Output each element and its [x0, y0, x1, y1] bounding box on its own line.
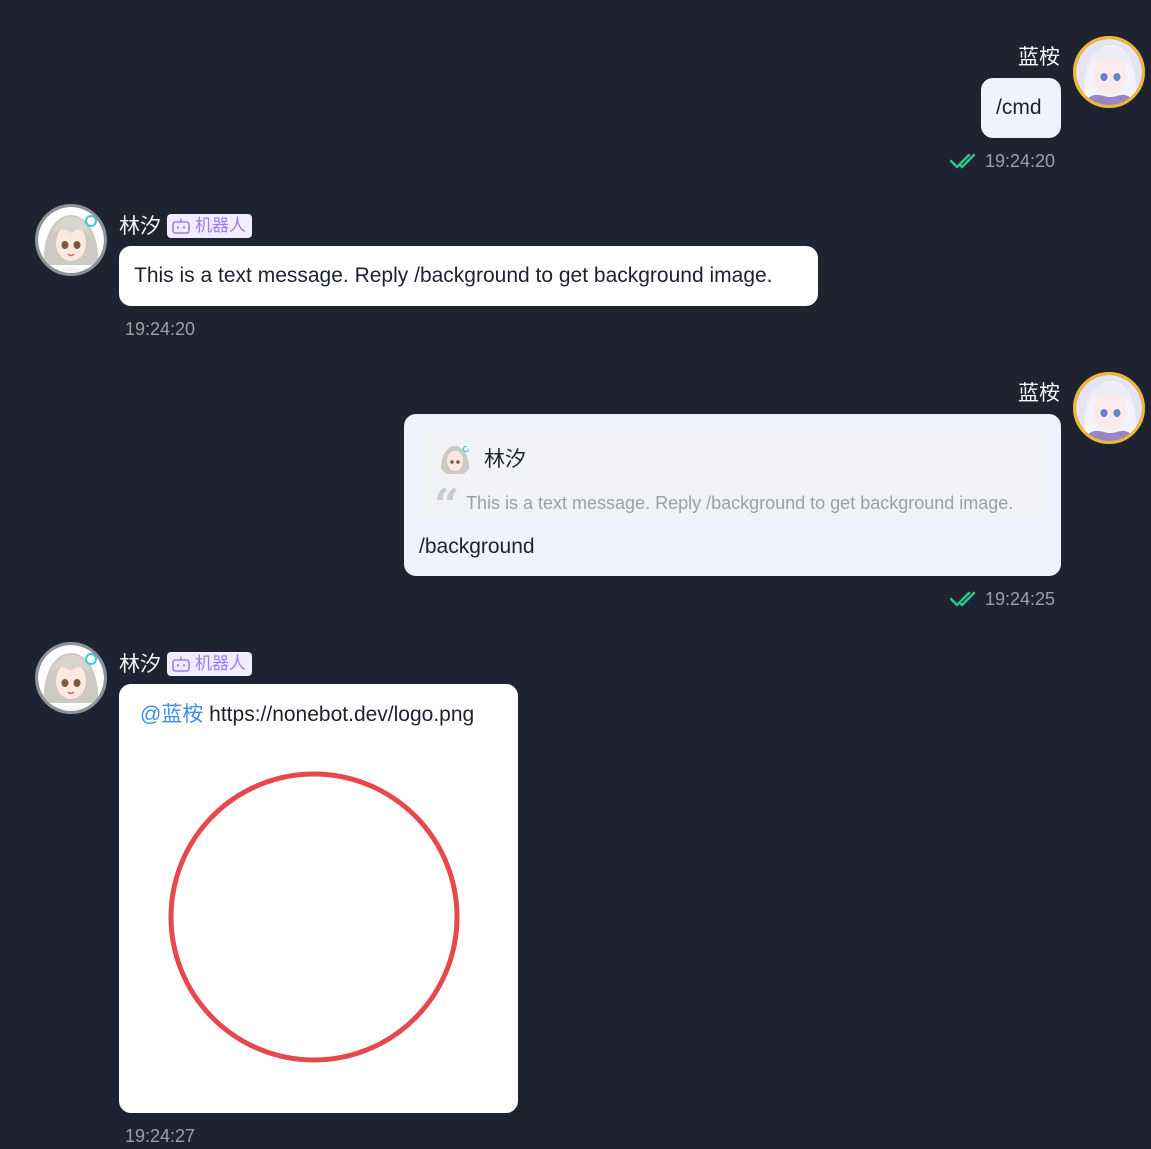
- mention-link[interactable]: @蓝桉: [140, 703, 203, 726]
- chat-window: 蓝桉 /cmd 19:24:20 林汐 机器人 This is a text m…: [0, 0, 1151, 1149]
- message-image[interactable]: [164, 767, 464, 1067]
- user-avatar[interactable]: [1073, 372, 1145, 444]
- robot-icon: [172, 656, 190, 672]
- user-avatar-image: [1076, 375, 1142, 441]
- message-bubble-outgoing[interactable]: /cmd: [981, 78, 1061, 138]
- quoted-sender-name: 林汐: [484, 448, 526, 471]
- sender-name: 林汐: [119, 653, 161, 676]
- message-bubble-outgoing[interactable]: 林汐 “ This is a text message. Reply /back…: [404, 414, 1061, 576]
- bot-avatar[interactable]: [35, 642, 107, 714]
- bot-avatar-image: [38, 645, 104, 711]
- message-time: 19:24:25: [949, 588, 1055, 610]
- message-time: 19:24:27: [125, 1126, 196, 1146]
- quoted-avatar: [438, 442, 472, 476]
- message-text: /cmd: [996, 96, 1042, 119]
- sender-name: 蓝桉: [1018, 382, 1060, 405]
- sender-name: 林汐: [119, 215, 161, 238]
- message-bubble-incoming[interactable]: @蓝桉 https://nonebot.dev/logo.png: [119, 684, 518, 1113]
- bot-avatar-image: [38, 207, 104, 273]
- bot-avatar-image: [438, 442, 472, 476]
- bot-badge-label: 机器人: [195, 654, 246, 673]
- message-text: /background: [419, 535, 535, 558]
- quoted-message[interactable]: 林汐 “ This is a text message. Reply /back…: [420, 430, 1046, 528]
- quote-icon: “: [434, 480, 460, 531]
- read-check-icon: [949, 153, 976, 169]
- logo-circle: [168, 771, 460, 1063]
- message-time: 19:24:20: [125, 319, 196, 339]
- user-avatar-image: [1076, 39, 1142, 105]
- time-text: 19:24:25: [985, 589, 1056, 609]
- message-time: 19:24:20: [949, 150, 1055, 172]
- time-text: 19:24:20: [985, 151, 1056, 171]
- message-text: https://nonebot.dev/logo.png: [209, 703, 475, 726]
- bot-badge: 机器人: [167, 652, 252, 676]
- bot-avatar[interactable]: [35, 204, 107, 276]
- quoted-text: This is a text message. Reply /backgroun…: [466, 493, 1014, 513]
- message-bubble-incoming[interactable]: This is a text message. Reply /backgroun…: [119, 246, 818, 306]
- bot-badge: 机器人: [167, 214, 252, 238]
- read-check-icon: [949, 591, 976, 607]
- bot-badge-label: 机器人: [195, 216, 246, 235]
- sender-name: 蓝桉: [1018, 46, 1060, 69]
- robot-icon: [172, 218, 190, 234]
- user-avatar[interactable]: [1073, 36, 1145, 108]
- message-text-line: @蓝桉 https://nonebot.dev/logo.png: [140, 702, 474, 728]
- message-text: This is a text message. Reply /backgroun…: [134, 264, 773, 287]
